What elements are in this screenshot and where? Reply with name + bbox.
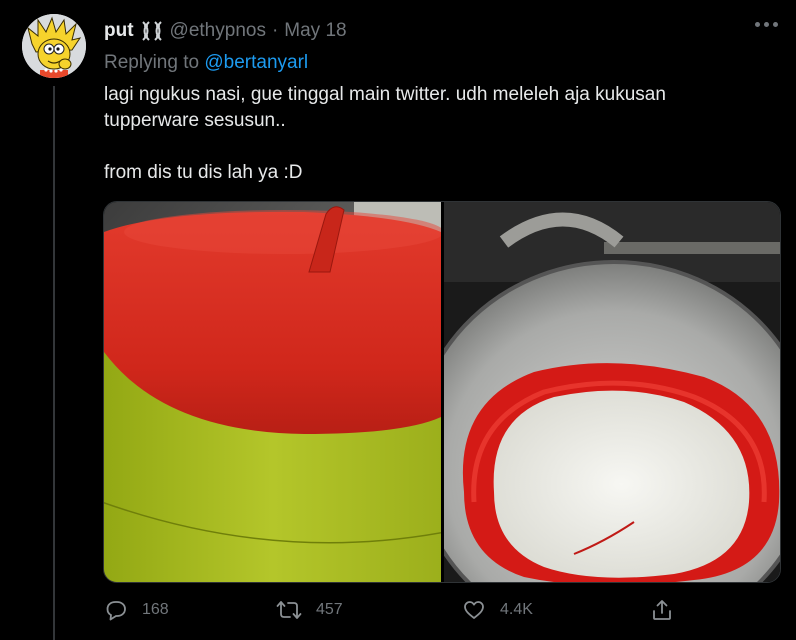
retweet-icon	[276, 598, 302, 622]
reply-icon	[104, 598, 128, 622]
like-button[interactable]: 4.4K	[462, 598, 533, 622]
retweet-count: 457	[316, 601, 343, 618]
tweet-text-line: tupperware sesusun..	[104, 110, 286, 131]
thread-line	[53, 86, 55, 640]
user-handle[interactable]: @ethypnos	[170, 20, 266, 42]
replying-to: Replying to @bertanyarl	[104, 52, 308, 74]
media-image-1[interactable]	[104, 202, 441, 582]
reply-count: 168	[142, 601, 169, 618]
share-button[interactable]	[651, 598, 673, 622]
separator-dot: ·	[271, 20, 279, 41]
reply-button[interactable]: 168	[104, 598, 169, 622]
tweet-header: put @ethypnos · May 18	[104, 20, 347, 42]
media-image-2[interactable]	[443, 202, 780, 582]
like-count: 4.4K	[500, 601, 533, 618]
share-icon	[651, 598, 673, 622]
tweet-date[interactable]: May 18	[284, 20, 346, 42]
tweet-media	[103, 201, 781, 583]
more-options-icon[interactable]	[755, 22, 778, 27]
avatar-image	[22, 14, 86, 78]
display-name[interactable]: put	[104, 20, 134, 42]
tweet-text-line: from dis tu dis lah ya :D	[104, 162, 303, 183]
tweet-text-line: lagi ngukus nasi, gue tinggal main twitt…	[104, 84, 666, 105]
heart-icon	[462, 598, 486, 622]
dna-icon	[140, 20, 164, 42]
retweet-button[interactable]: 457	[276, 598, 343, 622]
tweet-actions: 168 457 4.4K	[104, 598, 674, 626]
replying-to-label: Replying to	[104, 52, 200, 73]
tweet-text: lagi ngukus nasi, gue tinggal main twitt…	[104, 82, 774, 186]
replying-to-user-link[interactable]: @bertanyarl	[204, 52, 308, 73]
avatar[interactable]	[22, 14, 86, 78]
